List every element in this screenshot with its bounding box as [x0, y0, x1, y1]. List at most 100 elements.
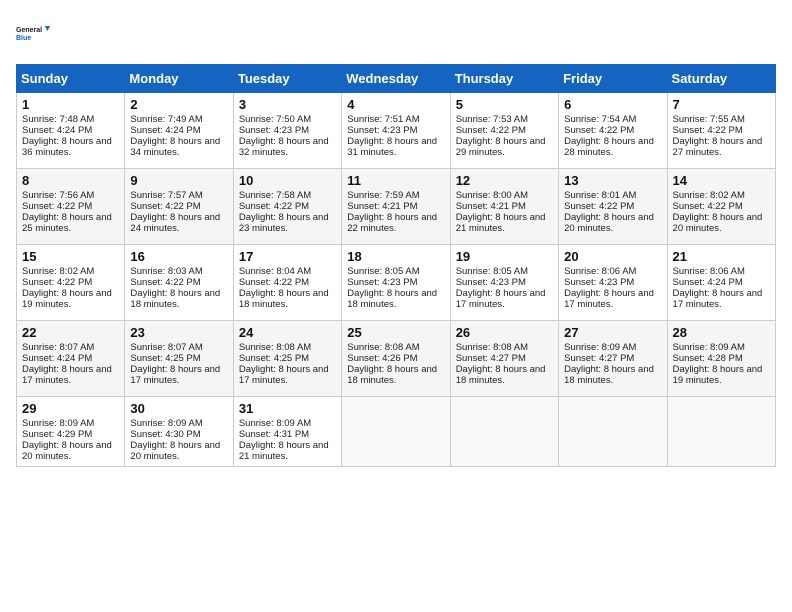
sunrise-label: Sunrise: 8:01 AM	[564, 190, 636, 201]
sunrise-label: Sunrise: 7:59 AM	[347, 190, 419, 201]
daylight-label: Daylight: 8 hours and 24 minutes.	[130, 212, 220, 234]
sunset-label: Sunset: 4:22 PM	[130, 201, 200, 212]
calendar-cell	[667, 397, 775, 467]
daylight-label: Daylight: 8 hours and 18 minutes.	[347, 364, 437, 386]
day-number: 25	[347, 325, 444, 340]
sunset-label: Sunset: 4:28 PM	[673, 353, 743, 364]
sunset-label: Sunset: 4:22 PM	[22, 277, 92, 288]
sunset-label: Sunset: 4:24 PM	[22, 125, 92, 136]
calendar-cell: 11Sunrise: 7:59 AMSunset: 4:21 PMDayligh…	[342, 169, 450, 245]
daylight-label: Daylight: 8 hours and 22 minutes.	[347, 212, 437, 234]
calendar-cell: 27 Sunrise: 8:09 AMSunset: 4:27 PMDayligh…	[559, 321, 667, 397]
sunset-label: Sunset: 4:21 PM	[347, 201, 417, 212]
sunset-label: Sunset: 4:24 PM	[22, 353, 92, 364]
daylight-label: Daylight: 8 hours and 19 minutes.	[673, 364, 763, 386]
day-number: 1	[22, 97, 119, 112]
daylight-label: Daylight: 8 hours and 18 minutes.	[347, 288, 437, 310]
calendar-week-row: 8Sunrise: 7:56 AMSunset: 4:22 PMDaylight…	[17, 169, 776, 245]
day-number: 14	[673, 173, 770, 188]
calendar-cell: 31Sunrise: 8:09 AMSunset: 4:31 PMDayligh…	[233, 397, 341, 467]
sunset-label: Sunset: 4:23 PM	[347, 125, 417, 136]
calendar-cell: 19Sunrise: 8:05 AMSunset: 4:23 PMDayligh…	[450, 245, 558, 321]
sunrise-label: Sunrise: 7:53 AM	[456, 114, 528, 125]
sunset-label: Sunset: 4:22 PM	[239, 201, 309, 212]
calendar-cell	[342, 397, 450, 467]
daylight-label: Daylight: 8 hours and 32 minutes.	[239, 136, 329, 158]
day-number: 26	[456, 325, 553, 340]
daylight-label: Daylight: 8 hours and 23 minutes.	[239, 212, 329, 234]
day-number: 18	[347, 249, 444, 264]
calendar-cell: 6Sunrise: 7:54 AMSunset: 4:22 PMDaylight…	[559, 93, 667, 169]
calendar-week-row: 1Sunrise: 7:48 AMSunset: 4:24 PMDaylight…	[17, 93, 776, 169]
sunset-label: Sunset: 4:22 PM	[564, 201, 634, 212]
calendar-cell: 18Sunrise: 8:05 AMSunset: 4:23 PMDayligh…	[342, 245, 450, 321]
calendar-cell: 26Sunrise: 8:08 AMSunset: 4:27 PMDayligh…	[450, 321, 558, 397]
sunset-label: Sunset: 4:26 PM	[347, 353, 417, 364]
calendar-cell: 13Sunrise: 8:01 AMSunset: 4:22 PMDayligh…	[559, 169, 667, 245]
weekday-header: Tuesday	[233, 65, 341, 93]
logo-icon: GeneralBlue	[16, 16, 52, 52]
day-number: 15	[22, 249, 119, 264]
sunrise-label: Sunrise: 7:56 AM	[22, 190, 94, 201]
daylight-label: Daylight: 8 hours and 20 minutes.	[564, 212, 654, 234]
day-number: 19	[456, 249, 553, 264]
sunset-label: Sunset: 4:23 PM	[564, 277, 634, 288]
calendar-week-row: 22Sunrise: 8:07 AMSunset: 4:24 PMDayligh…	[17, 321, 776, 397]
daylight-label: Daylight: 8 hours and 17 minutes.	[22, 364, 112, 386]
daylight-label: Daylight: 8 hours and 18 minutes.	[564, 364, 654, 386]
daylight-label: Daylight: 8 hours and 20 minutes.	[673, 212, 763, 234]
sunset-label: Sunset: 4:21 PM	[456, 201, 526, 212]
sunrise-label: Sunrise: 8:06 AM	[564, 266, 636, 277]
day-number: 4	[347, 97, 444, 112]
sunset-label: Sunset: 4:22 PM	[130, 277, 200, 288]
day-number: 20	[564, 249, 661, 264]
weekday-header: Monday	[125, 65, 233, 93]
sunrise-label: Sunrise: 8:09 AM	[130, 418, 202, 429]
calendar-cell	[559, 397, 667, 467]
calendar-cell: 4Sunrise: 7:51 AMSunset: 4:23 PMDaylight…	[342, 93, 450, 169]
sunrise-label: Sunrise: 7:55 AM	[673, 114, 745, 125]
sunset-label: Sunset: 4:31 PM	[239, 429, 309, 440]
day-number: 9	[130, 173, 227, 188]
calendar-cell: 25Sunrise: 8:08 AMSunset: 4:26 PMDayligh…	[342, 321, 450, 397]
sunset-label: Sunset: 4:23 PM	[456, 277, 526, 288]
calendar-cell: 30Sunrise: 8:09 AMSunset: 4:30 PMDayligh…	[125, 397, 233, 467]
sunset-label: Sunset: 4:27 PM	[564, 353, 634, 364]
sunrise-label: Sunrise: 8:05 AM	[347, 266, 419, 277]
weekday-header: Friday	[559, 65, 667, 93]
sunrise-label: Sunrise: 8:03 AM	[130, 266, 202, 277]
daylight-label: Daylight: 8 hours and 36 minutes.	[22, 136, 112, 158]
calendar-body: 1Sunrise: 7:48 AMSunset: 4:24 PMDaylight…	[17, 93, 776, 467]
sunrise-label: Sunrise: 8:00 AM	[456, 190, 528, 201]
calendar-cell: 16 Sunrise: 8:03 AMSunset: 4:22 PMDayligh…	[125, 245, 233, 321]
calendar-cell: 5Sunrise: 7:53 AMSunset: 4:22 PMDaylight…	[450, 93, 558, 169]
day-number: 27	[564, 325, 661, 340]
daylight-label: Daylight: 8 hours and 20 minutes.	[130, 440, 220, 462]
sunset-label: Sunset: 4:22 PM	[22, 201, 92, 212]
sunset-label: Sunset: 4:22 PM	[673, 201, 743, 212]
calendar-cell: 8Sunrise: 7:56 AMSunset: 4:22 PMDaylight…	[17, 169, 125, 245]
day-number: 3	[239, 97, 336, 112]
calendar-table: SundayMondayTuesdayWednesdayThursdayFrid…	[16, 64, 776, 467]
logo: GeneralBlue	[16, 16, 52, 52]
daylight-label: Daylight: 8 hours and 18 minutes.	[130, 288, 220, 310]
sunrise-label: Sunrise: 7:51 AM	[347, 114, 419, 125]
sunset-label: Sunset: 4:29 PM	[22, 429, 92, 440]
sunrise-label: Sunrise: 7:48 AM	[22, 114, 94, 125]
calendar-cell: 2Sunrise: 7:49 AMSunset: 4:24 PMDaylight…	[125, 93, 233, 169]
sunrise-label: Sunrise: 8:09 AM	[564, 342, 636, 353]
weekday-header: Thursday	[450, 65, 558, 93]
sunset-label: Sunset: 4:23 PM	[239, 125, 309, 136]
sunrise-label: Sunrise: 8:09 AM	[673, 342, 745, 353]
day-number: 16	[130, 249, 227, 264]
sunrise-label: Sunrise: 8:07 AM	[130, 342, 202, 353]
sunrise-label: Sunrise: 7:57 AM	[130, 190, 202, 201]
sunrise-label: Sunrise: 7:50 AM	[239, 114, 311, 125]
calendar-cell: 21Sunrise: 8:06 AMSunset: 4:24 PMDayligh…	[667, 245, 775, 321]
day-number: 31	[239, 401, 336, 416]
day-number: 21	[673, 249, 770, 264]
daylight-label: Daylight: 8 hours and 29 minutes.	[456, 136, 546, 158]
day-number: 5	[456, 97, 553, 112]
daylight-label: Daylight: 8 hours and 21 minutes.	[239, 440, 329, 462]
daylight-label: Daylight: 8 hours and 17 minutes.	[456, 288, 546, 310]
